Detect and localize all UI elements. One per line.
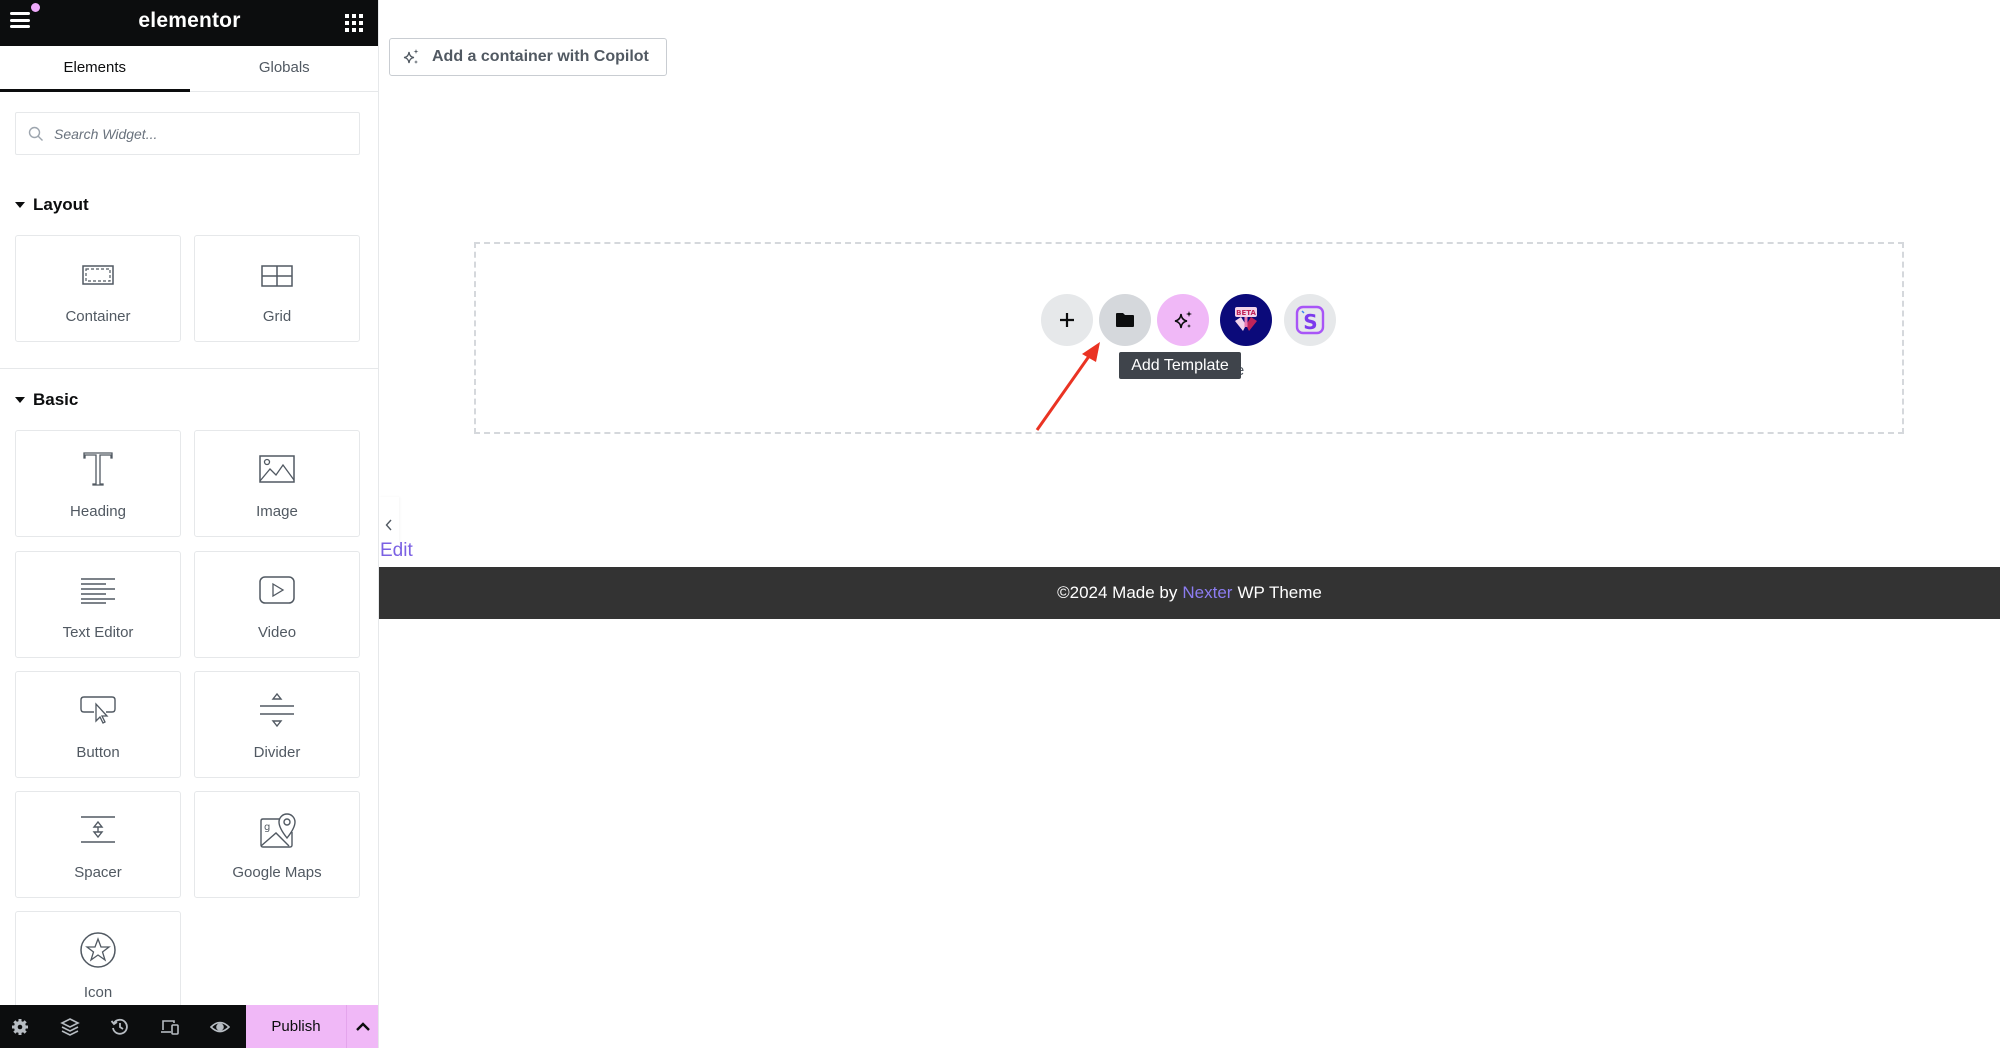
history-button[interactable] [109, 1016, 131, 1038]
ai-sparkle-icon [1174, 311, 1192, 329]
add-section-button[interactable] [1041, 294, 1093, 346]
widget-label: Google Maps [232, 864, 322, 881]
grid-icon [261, 265, 293, 287]
svg-text:g: g [264, 822, 270, 833]
footer-copyright: ©2024 Made by [1057, 583, 1178, 602]
widget-label: Button [76, 744, 120, 761]
panel-header: elementor [0, 0, 378, 46]
caret-down-icon [15, 397, 25, 403]
layers-icon [60, 1018, 80, 1036]
apps-grid-icon[interactable] [345, 14, 363, 32]
elementor-panel: elementor Elements Globals Layout Contai… [0, 0, 379, 1048]
widget-label: Text Editor [62, 624, 134, 641]
tab-elements[interactable]: Elements [0, 46, 190, 92]
widget-video[interactable]: Video [194, 551, 360, 658]
settings-button[interactable] [9, 1016, 31, 1038]
widget-search [15, 112, 360, 155]
history-icon [110, 1018, 128, 1035]
responsive-icon [161, 1020, 179, 1035]
divider-icon [260, 692, 294, 728]
video-icon [259, 576, 295, 604]
widget-button[interactable]: Button [15, 671, 181, 778]
add-template-tooltip: Add Template [1119, 352, 1241, 379]
widget-label: Video [257, 624, 297, 641]
beta-icon: BETA [1235, 307, 1257, 331]
section-basic-toggle[interactable]: Basic [15, 390, 78, 410]
widget-image[interactable]: Image [194, 430, 360, 537]
annotation-arrow [1035, 342, 1100, 431]
heading-icon [83, 452, 113, 486]
widget-container[interactable]: Container [15, 235, 181, 342]
navigator-button[interactable] [59, 1016, 81, 1038]
s-icon: S [1295, 305, 1325, 335]
widget-grid[interactable]: Grid [194, 235, 360, 342]
widget-label: Image [256, 503, 298, 520]
search-widget-input[interactable] [54, 125, 354, 142]
text-editor-icon [81, 578, 115, 604]
chevron-up-icon [356, 1021, 370, 1031]
widget-label: Spacer [74, 864, 122, 881]
widget-label: Grid [262, 308, 292, 325]
widget-divider[interactable]: Divider [194, 671, 360, 778]
section-title: Layout [33, 195, 89, 214]
widget-spacer[interactable]: Spacer [15, 791, 181, 898]
search-icon [28, 126, 43, 141]
preview-icon [210, 1021, 230, 1033]
settings-icon [12, 1019, 28, 1035]
section-divider [0, 368, 378, 369]
elementor-logo: elementor [138, 9, 241, 32]
site-footer: ©2024 Made by Nexter WP Theme [379, 567, 2000, 619]
panel-tabs: Elements Globals [0, 46, 379, 92]
button-icon [80, 696, 116, 724]
sparkle-icon [403, 49, 419, 64]
footer-theme-text: WP Theme [1237, 583, 1322, 602]
spacer-icon [81, 816, 115, 843]
preview-button[interactable] [209, 1016, 231, 1038]
svg-text:BETA: BETA [1236, 309, 1256, 317]
tab-globals[interactable]: Globals [190, 46, 379, 91]
widget-label: Icon [83, 984, 113, 1001]
folder-icon [1116, 313, 1134, 327]
star-icon [80, 932, 116, 968]
widget-text-editor[interactable]: Text Editor [15, 551, 181, 658]
publish-options-button[interactable] [346, 1005, 378, 1048]
section-title: Basic [33, 390, 79, 409]
responsive-mode-button[interactable] [159, 1016, 181, 1038]
section-layout-toggle[interactable]: Layout [15, 195, 89, 215]
widget-google-maps[interactable]: g Google Maps [194, 791, 360, 898]
edit-link[interactable]: Edit [380, 540, 413, 562]
publish-button[interactable]: Publish [246, 1005, 346, 1048]
chevron-left-icon [385, 519, 392, 531]
container-icon [82, 265, 114, 285]
beta-addon-button[interactable]: BETA [1220, 294, 1272, 346]
copilot-button-label: Add a container with Copilot [432, 48, 649, 65]
ai-generate-button[interactable] [1157, 294, 1209, 346]
caret-down-icon [15, 202, 25, 208]
widget-label: Container [65, 308, 131, 325]
widget-heading[interactable]: Heading [15, 430, 181, 537]
s-addon-button[interactable]: S [1284, 294, 1336, 346]
add-template-button[interactable] [1099, 294, 1151, 346]
footer-nexter-link[interactable]: Nexter [1182, 583, 1232, 603]
svg-text:S: S [1303, 310, 1317, 334]
widget-label: Divider [253, 744, 301, 761]
widget-label: Heading [70, 503, 126, 520]
image-icon [259, 455, 295, 483]
add-container-copilot-button[interactable]: Add a container with Copilot [389, 38, 667, 76]
google-maps-icon: g [260, 813, 296, 848]
panel-footer: Publish [0, 1005, 378, 1048]
plus-icon [1060, 313, 1074, 327]
